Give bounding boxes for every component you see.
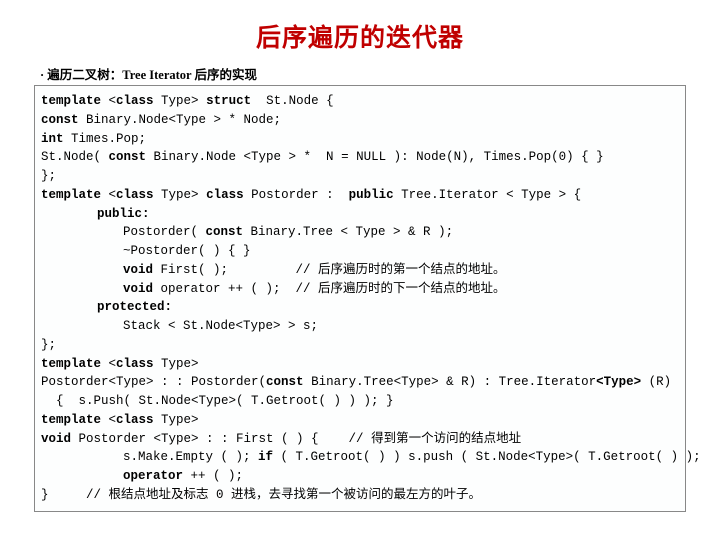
code-block: template <class Type> struct St.Node { c… (34, 85, 686, 512)
slide-title: 后序遍历的迭代器 (34, 18, 686, 54)
code-line: }; (41, 336, 679, 355)
code-line: operator ++ ( ); (41, 467, 679, 486)
code-line: const Binary.Node<Type > * Node; (41, 111, 679, 130)
code-line: template <class Type> (41, 355, 679, 374)
code-line: template <class Type> class Postorder : … (41, 186, 679, 205)
code-line: s.Make.Empty ( ); if ( T.Getroot( ) ) s.… (41, 448, 679, 467)
code-line: int Times.Pop; (41, 130, 679, 149)
slide-container: 后序遍历的迭代器 · 遍历二叉树：Tree Iterator 后序的实现 tem… (0, 0, 720, 540)
code-line: ~Postorder( ) { } (41, 242, 679, 261)
code-line: protected: (41, 298, 679, 317)
code-line: template <class Type> (41, 411, 679, 430)
code-line: Postorder<Type> : : Postorder(const Bina… (41, 373, 679, 392)
code-line: St.Node( const Binary.Node <Type > * N =… (41, 148, 679, 167)
code-line: } // 根结点地址及标志 0 进栈，去寻找第一个被访问的最左方的叶子。 (41, 486, 679, 505)
code-line: void operator ++ ( ); // 后序遍历时的下一个结点的地址。 (41, 280, 679, 299)
code-line: Postorder( const Binary.Tree < Type > & … (41, 223, 679, 242)
code-line: public: (41, 205, 679, 224)
code-line: void Postorder <Type> : : First ( ) { //… (41, 430, 679, 449)
code-line: Stack < St.Node<Type> > s; (41, 317, 679, 336)
code-line: template <class Type> struct St.Node { (41, 92, 679, 111)
code-line: }; (41, 167, 679, 186)
slide-subtitle: · 遍历二叉树：Tree Iterator 后序的实现 (34, 64, 686, 83)
code-line: void First( ); // 后序遍历时的第一个结点的地址。 (41, 261, 679, 280)
code-line: { s.Push( St.Node<Type>( T.Getroot( ) ) … (41, 392, 679, 411)
